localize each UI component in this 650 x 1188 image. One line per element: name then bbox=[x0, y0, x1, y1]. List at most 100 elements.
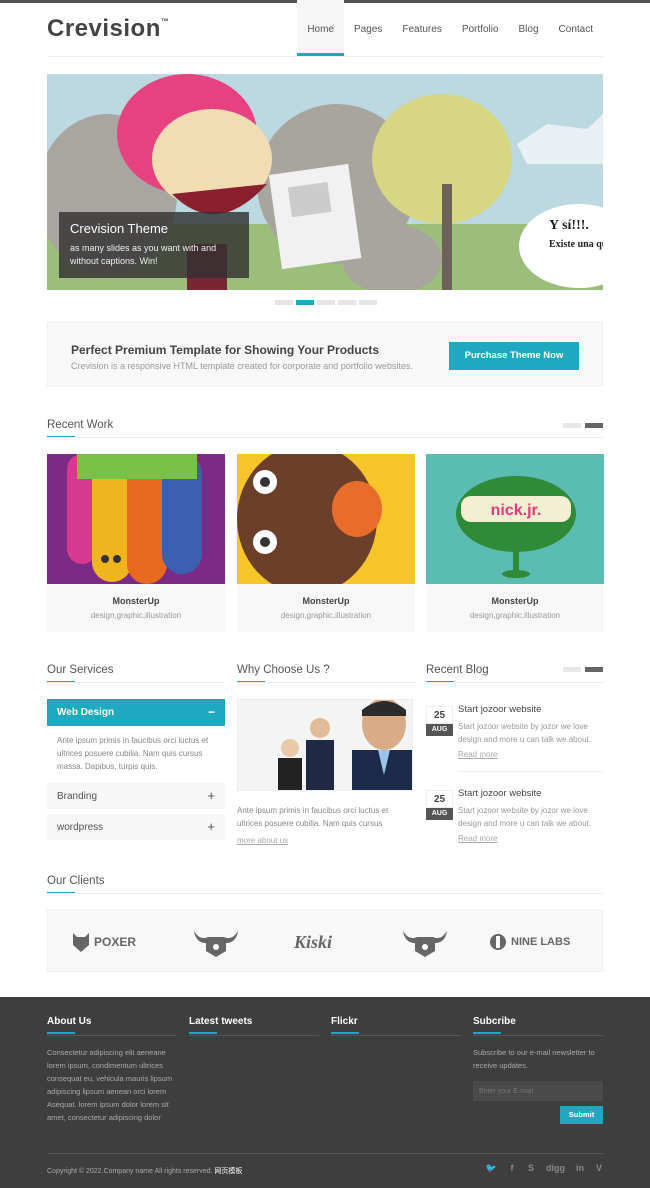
post-divider bbox=[458, 771, 603, 772]
header-divider bbox=[47, 56, 603, 57]
why-text: Ante ipsum primis in faucibus orci luctu… bbox=[237, 806, 389, 828]
services-title: Our Services bbox=[47, 664, 114, 683]
more-about-us-link[interactable]: more about us bbox=[237, 836, 288, 845]
accordion-label: Branding bbox=[57, 791, 98, 802]
section-divider bbox=[237, 682, 415, 683]
slider-dot[interactable] bbox=[275, 300, 293, 305]
slider-dot[interactable] bbox=[359, 300, 377, 305]
blog-post: 25 AUG Start jozoor website Start jozoor … bbox=[426, 786, 604, 856]
nav-features[interactable]: Features bbox=[392, 0, 451, 56]
minus-icon: − bbox=[207, 705, 215, 719]
work-item[interactable]: nick.jr. MonsterUp design,graphic,illustr… bbox=[426, 454, 604, 632]
purchase-button[interactable]: Purchase Theme Now bbox=[449, 342, 579, 370]
work-name: MonsterUp bbox=[491, 596, 539, 606]
work-name: MonsterUp bbox=[302, 596, 350, 606]
blog-title: Recent Blog bbox=[426, 664, 489, 683]
accordion-wordpress[interactable]: wordpress + bbox=[47, 814, 225, 840]
post-date: 25 AUG bbox=[426, 706, 453, 736]
read-more-link[interactable]: Read more bbox=[458, 750, 498, 759]
footer-about-text: Consectetur adipiscing elit aeneane lore… bbox=[47, 1048, 173, 1122]
nav-portfolio[interactable]: Portfolio bbox=[452, 0, 509, 56]
work-thumbnail bbox=[237, 454, 415, 584]
footer-subscribe-text: Subscribe to our e-mail newsletter to re… bbox=[473, 1048, 595, 1070]
newsletter-submit-button[interactable]: Submit bbox=[560, 1106, 603, 1124]
work-name: MonsterUp bbox=[112, 596, 160, 606]
promo-box: Perfect Premium Template for Showing You… bbox=[47, 322, 603, 386]
nav-pages[interactable]: Pages bbox=[344, 0, 392, 56]
newsletter-email-input[interactable] bbox=[473, 1081, 603, 1101]
footer-divider bbox=[189, 1035, 319, 1036]
vimeo-icon[interactable]: V bbox=[595, 1163, 603, 1174]
work-carousel-nav bbox=[563, 423, 603, 428]
nav-blog[interactable]: Blog bbox=[509, 0, 549, 56]
client-logo-ninelabs[interactable]: NINE LABS bbox=[489, 929, 570, 955]
footer-divider bbox=[47, 1035, 177, 1036]
section-divider bbox=[47, 893, 603, 894]
bubble-main-text: Y sí!!!. bbox=[549, 218, 589, 233]
nav-contact[interactable]: Contact bbox=[549, 0, 603, 56]
footer-divider bbox=[473, 1035, 603, 1036]
footer-about-title: About Us bbox=[47, 1016, 92, 1034]
post-title[interactable]: Start jozoor website bbox=[458, 788, 541, 799]
client-logo-text: POXER bbox=[94, 935, 137, 949]
accordion-label: wordpress bbox=[57, 822, 104, 833]
read-more-link[interactable]: Read more bbox=[458, 834, 498, 843]
next-arrow[interactable] bbox=[585, 667, 603, 672]
logo[interactable]: Crevision™ bbox=[47, 15, 169, 43]
plus-icon: + bbox=[207, 788, 215, 803]
post-month: AUG bbox=[426, 724, 453, 736]
clients-logos: POXER Kiski NINE LABS bbox=[47, 910, 603, 972]
clients-title: Our Clients bbox=[47, 875, 105, 894]
work-thumbnail: nick.jr. bbox=[426, 454, 604, 584]
post-month: AUG bbox=[426, 808, 453, 820]
plus-icon: + bbox=[207, 819, 215, 834]
accordion-label: Web Design bbox=[57, 707, 115, 718]
slide-title: Crevision Theme bbox=[70, 221, 169, 236]
work-item[interactable]: MonsterUp design,graphic,illustration bbox=[237, 454, 415, 632]
work-item[interactable]: MonsterUp design,graphic,illustration bbox=[47, 454, 225, 632]
post-day: 25 bbox=[426, 706, 453, 724]
team-photo bbox=[237, 699, 413, 791]
work-categories: design,graphic,illustration bbox=[90, 611, 182, 620]
post-title[interactable]: Start jozoor website bbox=[458, 704, 541, 715]
skype-icon[interactable]: S bbox=[527, 1163, 535, 1174]
digg-icon[interactable]: digg bbox=[546, 1163, 565, 1174]
client-logo-viking[interactable] bbox=[192, 929, 240, 957]
client-logo-viking-2[interactable] bbox=[401, 929, 449, 957]
section-divider bbox=[47, 437, 603, 438]
footer-bottom-divider bbox=[47, 1153, 603, 1154]
main-nav: Home Pages Features Portfolio Blog Conta… bbox=[297, 0, 603, 56]
work-categories: design,graphic,illustration bbox=[280, 611, 372, 620]
client-logo-text: NINE LABS bbox=[511, 936, 571, 948]
accordion-body: Ante ipsum primis in faucibus orci luctu… bbox=[57, 736, 209, 771]
prev-arrow[interactable] bbox=[563, 423, 581, 428]
twitter-icon[interactable]: 🐦 bbox=[486, 1163, 497, 1174]
copyright: Copyright © 2022.Company name All rights… bbox=[47, 1166, 242, 1176]
accordion-web-design[interactable]: Web Design − bbox=[47, 699, 225, 726]
slider-dot[interactable] bbox=[338, 300, 356, 305]
post-excerpt: Start jozoor website by jozor we love de… bbox=[458, 722, 591, 744]
why-title: Why Choose Us ? bbox=[237, 664, 330, 683]
prev-arrow[interactable] bbox=[563, 667, 581, 672]
slider-dot[interactable] bbox=[317, 300, 335, 305]
accordion-branding[interactable]: Branding + bbox=[47, 783, 225, 809]
linkedin-icon[interactable]: in bbox=[576, 1163, 584, 1174]
hero-slider[interactable]: Crevision Theme as many slides as you wa… bbox=[47, 74, 603, 290]
footer-flickr-title: Flickr bbox=[331, 1016, 359, 1034]
slider-pagination bbox=[275, 300, 377, 305]
facebook-icon[interactable]: f bbox=[508, 1163, 516, 1174]
client-logo-poxer[interactable]: POXER bbox=[72, 929, 136, 955]
nav-home[interactable]: Home bbox=[297, 0, 344, 56]
next-arrow[interactable] bbox=[585, 423, 603, 428]
template-link[interactable]: 网页模板 bbox=[214, 1168, 242, 1175]
footer-divider bbox=[331, 1035, 461, 1036]
section-divider bbox=[47, 682, 225, 683]
slide-text: as many slides as you want with and with… bbox=[70, 243, 217, 266]
blog-post: 25 AUG Start jozoor website Start jozoor … bbox=[426, 702, 604, 772]
client-logo-kiski[interactable]: Kiski bbox=[294, 929, 332, 955]
blog-carousel-nav bbox=[563, 667, 603, 672]
post-excerpt: Start jozoor website by jozor we love de… bbox=[458, 806, 591, 828]
ninelabs-icon bbox=[490, 934, 506, 950]
copyright-text: Copyright © 2022.Company name All rights… bbox=[47, 1168, 213, 1175]
slider-dot-active[interactable] bbox=[296, 300, 314, 305]
